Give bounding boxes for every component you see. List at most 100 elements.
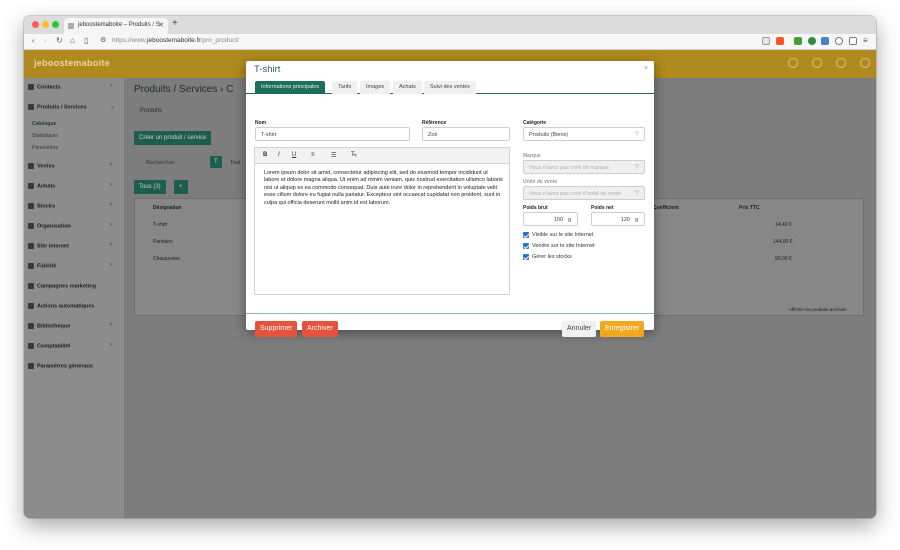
bullet-list-icon[interactable]: ☰ (331, 152, 336, 159)
sidebar-item-produits[interactable]: Produits / Services (28, 104, 87, 110)
notification-icon[interactable] (788, 58, 798, 68)
poids-net-field[interactable]: 120 g (591, 212, 645, 226)
vendre-checkbox[interactable] (523, 243, 529, 249)
create-product-button[interactable]: Créer un produit / service (134, 131, 212, 145)
sidebar-subitem-statistiques[interactable]: Statistiques (32, 133, 58, 139)
nom-field[interactable]: T-shirt (255, 127, 410, 141)
sidebar-item-parametres[interactable]: Paramètres généraux (28, 363, 93, 369)
sub-nav-produits[interactable]: Produits (140, 108, 162, 114)
table-row[interactable]: Chaussures (153, 256, 180, 262)
archived-checkbox-label[interactable]: Afficher les produits archivés (789, 307, 846, 312)
settings-icon[interactable] (812, 58, 822, 68)
sidebar-subitem-catalogue[interactable]: Catalogue (32, 121, 56, 127)
table-row[interactable]: T-shirt (153, 222, 167, 228)
extension-green-icon[interactable] (794, 37, 802, 45)
minimize-window-icon[interactable] (42, 21, 49, 28)
maximize-window-icon[interactable] (52, 21, 59, 28)
back-icon[interactable]: ‹ (32, 36, 35, 45)
poids-brut-value: 100 (553, 217, 563, 223)
sidebar-item-label: Fidélité (37, 263, 57, 270)
column-prix-ttc[interactable]: Prix TTC (739, 205, 760, 211)
bold-button[interactable]: B (263, 152, 267, 158)
column-designation[interactable]: Désignation (153, 205, 182, 211)
sidebar-item-ventes[interactable]: Ventes (28, 163, 55, 169)
editor-toolbar: B I U ≡ ☰ T̶ₓ (255, 148, 509, 164)
browser-tab[interactable]: jeboostemaboite – Produits / S ✕ (64, 18, 168, 34)
visible-checkbox-label[interactable]: Visible sur le site Internet (532, 232, 593, 238)
browser-tab-title: jeboostemaboite – Produits / S (78, 22, 160, 28)
marque-select[interactable]: Vous n'avez pas créé de marque ▽ (523, 160, 645, 174)
share-icon[interactable] (762, 37, 770, 45)
sidebar-item-fidelite[interactable]: Fidélité (28, 263, 56, 269)
sidebar-item-campagnes[interactable]: Campagnes marketing (28, 283, 96, 289)
extensions-icon[interactable] (835, 37, 843, 45)
app-logo[interactable]: jeboostemaboite (34, 58, 110, 68)
vendre-checkbox-label[interactable]: Vendre sur le site Internet (532, 243, 595, 249)
stocks-checkbox[interactable] (523, 254, 529, 260)
visible-checkbox[interactable] (523, 232, 529, 238)
filter-select[interactable]: Tout (230, 160, 240, 166)
cancel-button[interactable]: Annuler (562, 321, 597, 337)
chevron-right-icon: › (110, 83, 112, 89)
tab-close-icon[interactable]: ✕ (158, 21, 164, 29)
reference-field[interactable]: Zoé (422, 127, 510, 141)
tab-achats[interactable]: Achats (393, 81, 422, 94)
heart-icon[interactable] (836, 58, 846, 68)
tab-informations[interactable]: Informations principales (255, 81, 326, 94)
bookmark-icon[interactable]: ▯ (84, 36, 88, 45)
sidebar-toggle-icon[interactable] (849, 37, 857, 45)
sidebar-item-label: Achats (37, 183, 56, 190)
tab-tarifs[interactable]: Tarifs (332, 81, 358, 94)
sidebar-item-stocks[interactable]: Stocks (28, 203, 55, 209)
description-textarea[interactable]: Lorem ipsum dolor sit amet, consectetur … (264, 170, 504, 207)
reload-icon[interactable]: ↻ (56, 36, 63, 45)
sidebar-item-achats[interactable]: Achats (28, 183, 55, 189)
sidebar-item-actions[interactable]: Actions automatiques (28, 303, 94, 309)
categorie-select[interactable]: Produits (Biens) ▽ (523, 127, 645, 141)
filter-icon[interactable]: T (210, 156, 222, 168)
sidebar-item-bibliotheque[interactable]: Bibliothèque (28, 323, 70, 329)
table-row[interactable]: Pantalon (153, 239, 173, 245)
sidebar-subitem-parametres[interactable]: Paramètres (32, 145, 58, 151)
chevron-right-icon: › (110, 202, 112, 208)
sidebar-item-comptabilite[interactable]: Comptabilité (28, 343, 70, 349)
italic-button[interactable]: I (278, 152, 280, 158)
menu-icon[interactable]: ≡ (863, 36, 868, 45)
clear-format-button[interactable]: T̶ₓ (351, 152, 357, 158)
sidebar-item-contacts[interactable]: Contacts (28, 84, 61, 90)
add-tab-button[interactable]: + (174, 180, 188, 194)
nom-label: Nom (255, 120, 267, 126)
column-coefficient[interactable]: Coefficient (653, 205, 679, 211)
stocks-checkbox-label[interactable]: Gérer les stocks (532, 254, 572, 260)
forward-icon[interactable]: › (44, 36, 47, 45)
extension-circle-icon[interactable] (808, 37, 816, 45)
archive-button[interactable]: Archiver (302, 321, 338, 337)
chevron-right-icon: › (110, 162, 112, 168)
home-icon[interactable]: ⌂ (70, 36, 75, 45)
save-button[interactable]: Enregistrer (600, 321, 645, 337)
extension-blue-icon[interactable] (821, 37, 829, 45)
product-modal: T-shirt × Informations principales Tarif… (246, 61, 654, 337)
modal-tabs: Informations principales Tarifs Images A… (246, 81, 654, 94)
url-field[interactable]: https://www.jeboostemaboite.fr/pro_produ… (112, 37, 239, 44)
tab-suivi-ventes[interactable]: Suivi des ventes (424, 81, 477, 94)
poids-brut-label: Poids brut (523, 205, 548, 211)
underline-button[interactable]: U (292, 152, 296, 158)
browser-window: jeboostemaboite – Produits / S ✕ + ‹ › ↻… (24, 16, 876, 518)
close-window-icon[interactable] (32, 21, 39, 28)
delete-button[interactable]: Supprimer (255, 321, 298, 337)
new-tab-button[interactable]: + (172, 18, 178, 29)
sidebar-item-site-internet[interactable]: Site internet (28, 243, 69, 249)
sidebar-item-organisation[interactable]: Organisation (28, 223, 71, 229)
tab-tous[interactable]: Tous (3) (134, 180, 166, 194)
euro-icon (28, 163, 34, 169)
close-icon[interactable]: × (644, 65, 648, 72)
site-info-icon[interactable]: ⚙ (100, 36, 106, 44)
tab-images[interactable]: Images (360, 81, 391, 94)
unite-select[interactable]: Vous n'avez pas créé d'unité de vente ▽ (523, 186, 645, 200)
align-left-icon[interactable]: ≡ (311, 152, 315, 158)
brave-shield-icon[interactable] (776, 37, 784, 45)
search-input[interactable]: Rechercher (146, 160, 174, 166)
logout-icon[interactable] (860, 58, 870, 68)
poids-brut-field[interactable]: 100 g (523, 212, 578, 226)
